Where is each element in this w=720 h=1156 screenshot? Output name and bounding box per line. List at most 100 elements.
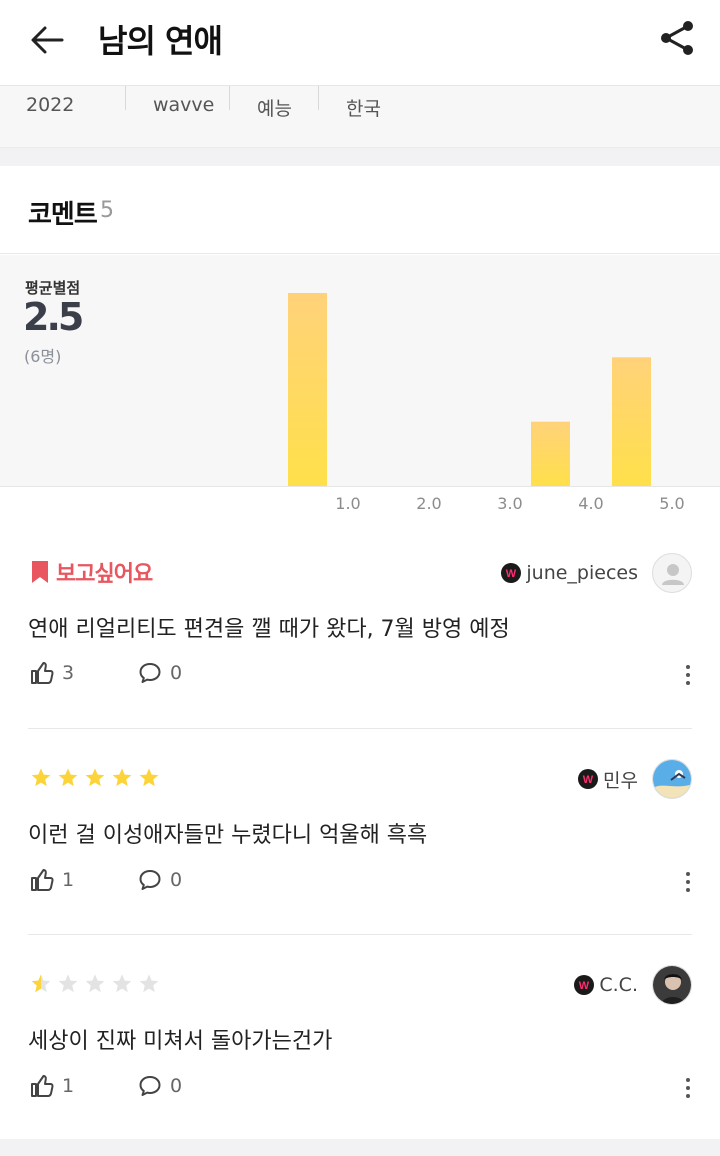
default-avatar-icon — [662, 564, 684, 585]
comment-card[interactable]: W 민우 이런 걸 이성애자들만 누렸다니 억울해 흑흑 1 0 — [0, 729, 720, 935]
thumbs-up-icon — [31, 661, 54, 684]
more-dot-icon — [686, 1094, 690, 1098]
star-icon — [58, 768, 78, 787]
username: june_pieces — [526, 562, 638, 584]
star-icon — [112, 974, 132, 993]
verified-badge-icon: W — [574, 975, 595, 995]
section-gap — [0, 1139, 720, 1156]
comment-text[interactable]: 세상이 진짜 미쳐서 돌아가는건가 — [28, 1023, 332, 1055]
rating-bar — [612, 357, 651, 486]
rating-bar — [288, 293, 327, 486]
star-icon — [139, 768, 159, 787]
meta-year: 2022 — [26, 94, 75, 116]
star-rating — [30, 973, 165, 1001]
comment-text[interactable]: 이런 걸 이성애자들만 누렸다니 억울해 흑흑 — [28, 817, 427, 849]
content-meta-strip: 2022 wavve 예능 한국 — [0, 86, 720, 148]
more-dot-icon — [686, 880, 690, 884]
star-rating — [30, 767, 165, 795]
more-dot-icon — [686, 888, 690, 892]
star-icon — [31, 974, 51, 993]
reply-button[interactable]: 0 — [138, 661, 182, 685]
reply-count: 0 — [170, 869, 183, 891]
want-to-watch-badge: 보고싶어요 — [30, 557, 153, 587]
rating-bar-chart — [288, 293, 651, 486]
comment-card[interactable]: 보고싶어요 W june_pieces 연애 리얼리티도 편견을 깰 때가 왔다… — [0, 527, 720, 729]
meta-genre: 예능 — [257, 98, 292, 120]
comment-card[interactable]: W C.C. 세상이 진짜 미쳐서 돌아가는건가 1 0 — [0, 935, 720, 1139]
more-dot-icon — [686, 872, 690, 876]
rating-distribution: 평균별점 2.5 (6명) — [0, 255, 720, 487]
like-count: 1 — [62, 869, 75, 891]
axis-tick-label: 4.0 — [578, 494, 604, 513]
more-options-button[interactable] — [678, 868, 698, 896]
reply-button[interactable]: 0 — [138, 1074, 182, 1098]
axis-tick-label: 2.0 — [416, 494, 442, 513]
reply-button[interactable]: 0 — [138, 868, 182, 892]
want-to-watch-label: 보고싶어요 — [56, 562, 153, 587]
section-gap — [0, 148, 720, 166]
comment-actions: 1 0 — [30, 1074, 694, 1102]
thumbs-up-icon — [31, 868, 54, 891]
comments-title: 코멘트 — [28, 200, 98, 230]
like-button[interactable]: 1 — [30, 868, 74, 892]
rating-axis: 1.0 2.0 3.0 4.0 5.0 — [0, 487, 720, 527]
more-dot-icon — [686, 681, 690, 685]
comment-actions: 3 0 — [30, 661, 694, 689]
speech-bubble-icon — [139, 870, 161, 890]
svg-text:W: W — [506, 568, 517, 580]
verified-badge-icon: W — [501, 563, 522, 583]
share-button[interactable] — [656, 16, 700, 60]
avatar[interactable] — [652, 759, 692, 799]
top-app-bar: 남의 연애 — [0, 0, 720, 86]
arrow-left-icon — [31, 26, 64, 54]
like-count: 1 — [62, 1075, 75, 1097]
thumbs-up-icon — [31, 1074, 54, 1097]
comments-header[interactable]: 코멘트 5 — [0, 166, 720, 254]
meta-platform: wavve — [153, 94, 215, 116]
reply-count: 0 — [170, 1075, 183, 1097]
speech-bubble-icon — [139, 663, 161, 683]
like-button[interactable]: 3 — [30, 661, 74, 685]
svg-text:W: W — [579, 980, 590, 992]
avatar-photo-icon — [653, 966, 691, 1004]
more-options-button[interactable] — [678, 1074, 698, 1102]
meta-country: 한국 — [346, 98, 381, 120]
back-button[interactable] — [28, 20, 68, 60]
username: 민우 — [603, 769, 638, 792]
star-icon — [58, 974, 78, 993]
axis-tick-label: 1.0 — [335, 494, 361, 513]
username: C.C. — [599, 974, 638, 996]
divider — [125, 86, 126, 110]
more-dot-icon — [686, 673, 690, 677]
more-dot-icon — [686, 1086, 690, 1090]
avatar[interactable] — [652, 965, 692, 1005]
avatar-photo-icon — [653, 760, 691, 798]
divider — [229, 86, 230, 110]
svg-text:W: W — [583, 774, 594, 786]
more-dot-icon — [686, 665, 690, 669]
comment-author[interactable]: W june_pieces — [501, 553, 692, 593]
speech-bubble-icon — [139, 1076, 161, 1096]
comments-count: 5 — [100, 198, 114, 223]
star-icon — [85, 768, 105, 787]
like-button[interactable]: 1 — [30, 1074, 74, 1098]
axis-tick-label: 5.0 — [659, 494, 685, 513]
comment-author[interactable]: W 민우 — [578, 759, 692, 799]
comment-actions: 1 0 — [30, 868, 694, 896]
comment-author[interactable]: W C.C. — [574, 965, 692, 1005]
like-count: 3 — [62, 662, 75, 684]
comment-text[interactable]: 연애 리얼리티도 편견을 깰 때가 왔다, 7월 방영 예정 — [28, 611, 510, 643]
more-dot-icon — [686, 1078, 690, 1082]
divider — [318, 86, 319, 110]
page-title: 남의 연애 — [98, 22, 223, 60]
bookmark-icon — [32, 561, 48, 583]
avatar[interactable] — [652, 553, 692, 593]
star-icon — [112, 768, 132, 787]
axis-tick-label: 3.0 — [497, 494, 523, 513]
more-options-button[interactable] — [678, 661, 698, 689]
star-icon — [85, 974, 105, 993]
reply-count: 0 — [170, 662, 183, 684]
star-icon — [139, 974, 159, 993]
share-icon — [661, 21, 693, 55]
verified-badge-icon: W — [578, 769, 599, 789]
